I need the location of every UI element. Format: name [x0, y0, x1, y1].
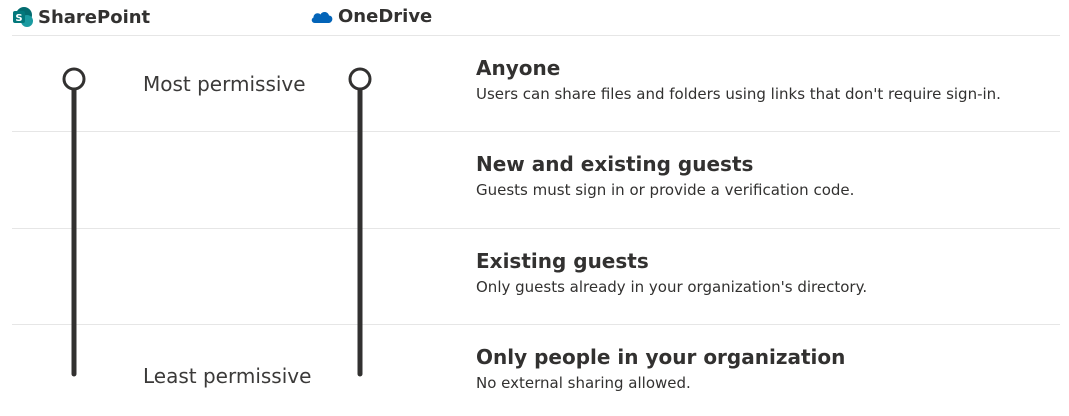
- sharepoint-scale: [62, 67, 86, 377]
- level-description: Only guests already in your organization…: [476, 278, 868, 296]
- level-anyone: Anyone Users can share files and folders…: [476, 55, 1066, 104]
- level-title: Anyone: [476, 56, 561, 80]
- onedrive-slider-thumb[interactable]: [348, 67, 372, 91]
- least-permissive-label: Least permissive: [143, 364, 312, 388]
- level-title: Existing guests: [476, 249, 649, 273]
- level-title: New and existing guests: [476, 152, 754, 176]
- sharepoint-slider-thumb[interactable]: [62, 67, 86, 91]
- level-only-people-in-organization: Only people in your organization No exte…: [476, 344, 1066, 393]
- onedrive-scale: [348, 67, 372, 377]
- level-title: Only people in your organization: [476, 345, 846, 369]
- level-new-and-existing-guests: New and existing guests Guests must sign…: [476, 151, 1066, 200]
- level-description: Users can share files and folders using …: [476, 85, 1001, 103]
- level-description: Guests must sign in or provide a verific…: [476, 181, 855, 199]
- level-description: No external sharing allowed.: [476, 374, 691, 392]
- most-permissive-label: Most permissive: [143, 72, 306, 96]
- level-existing-guests: Existing guests Only guests already in y…: [476, 248, 1066, 297]
